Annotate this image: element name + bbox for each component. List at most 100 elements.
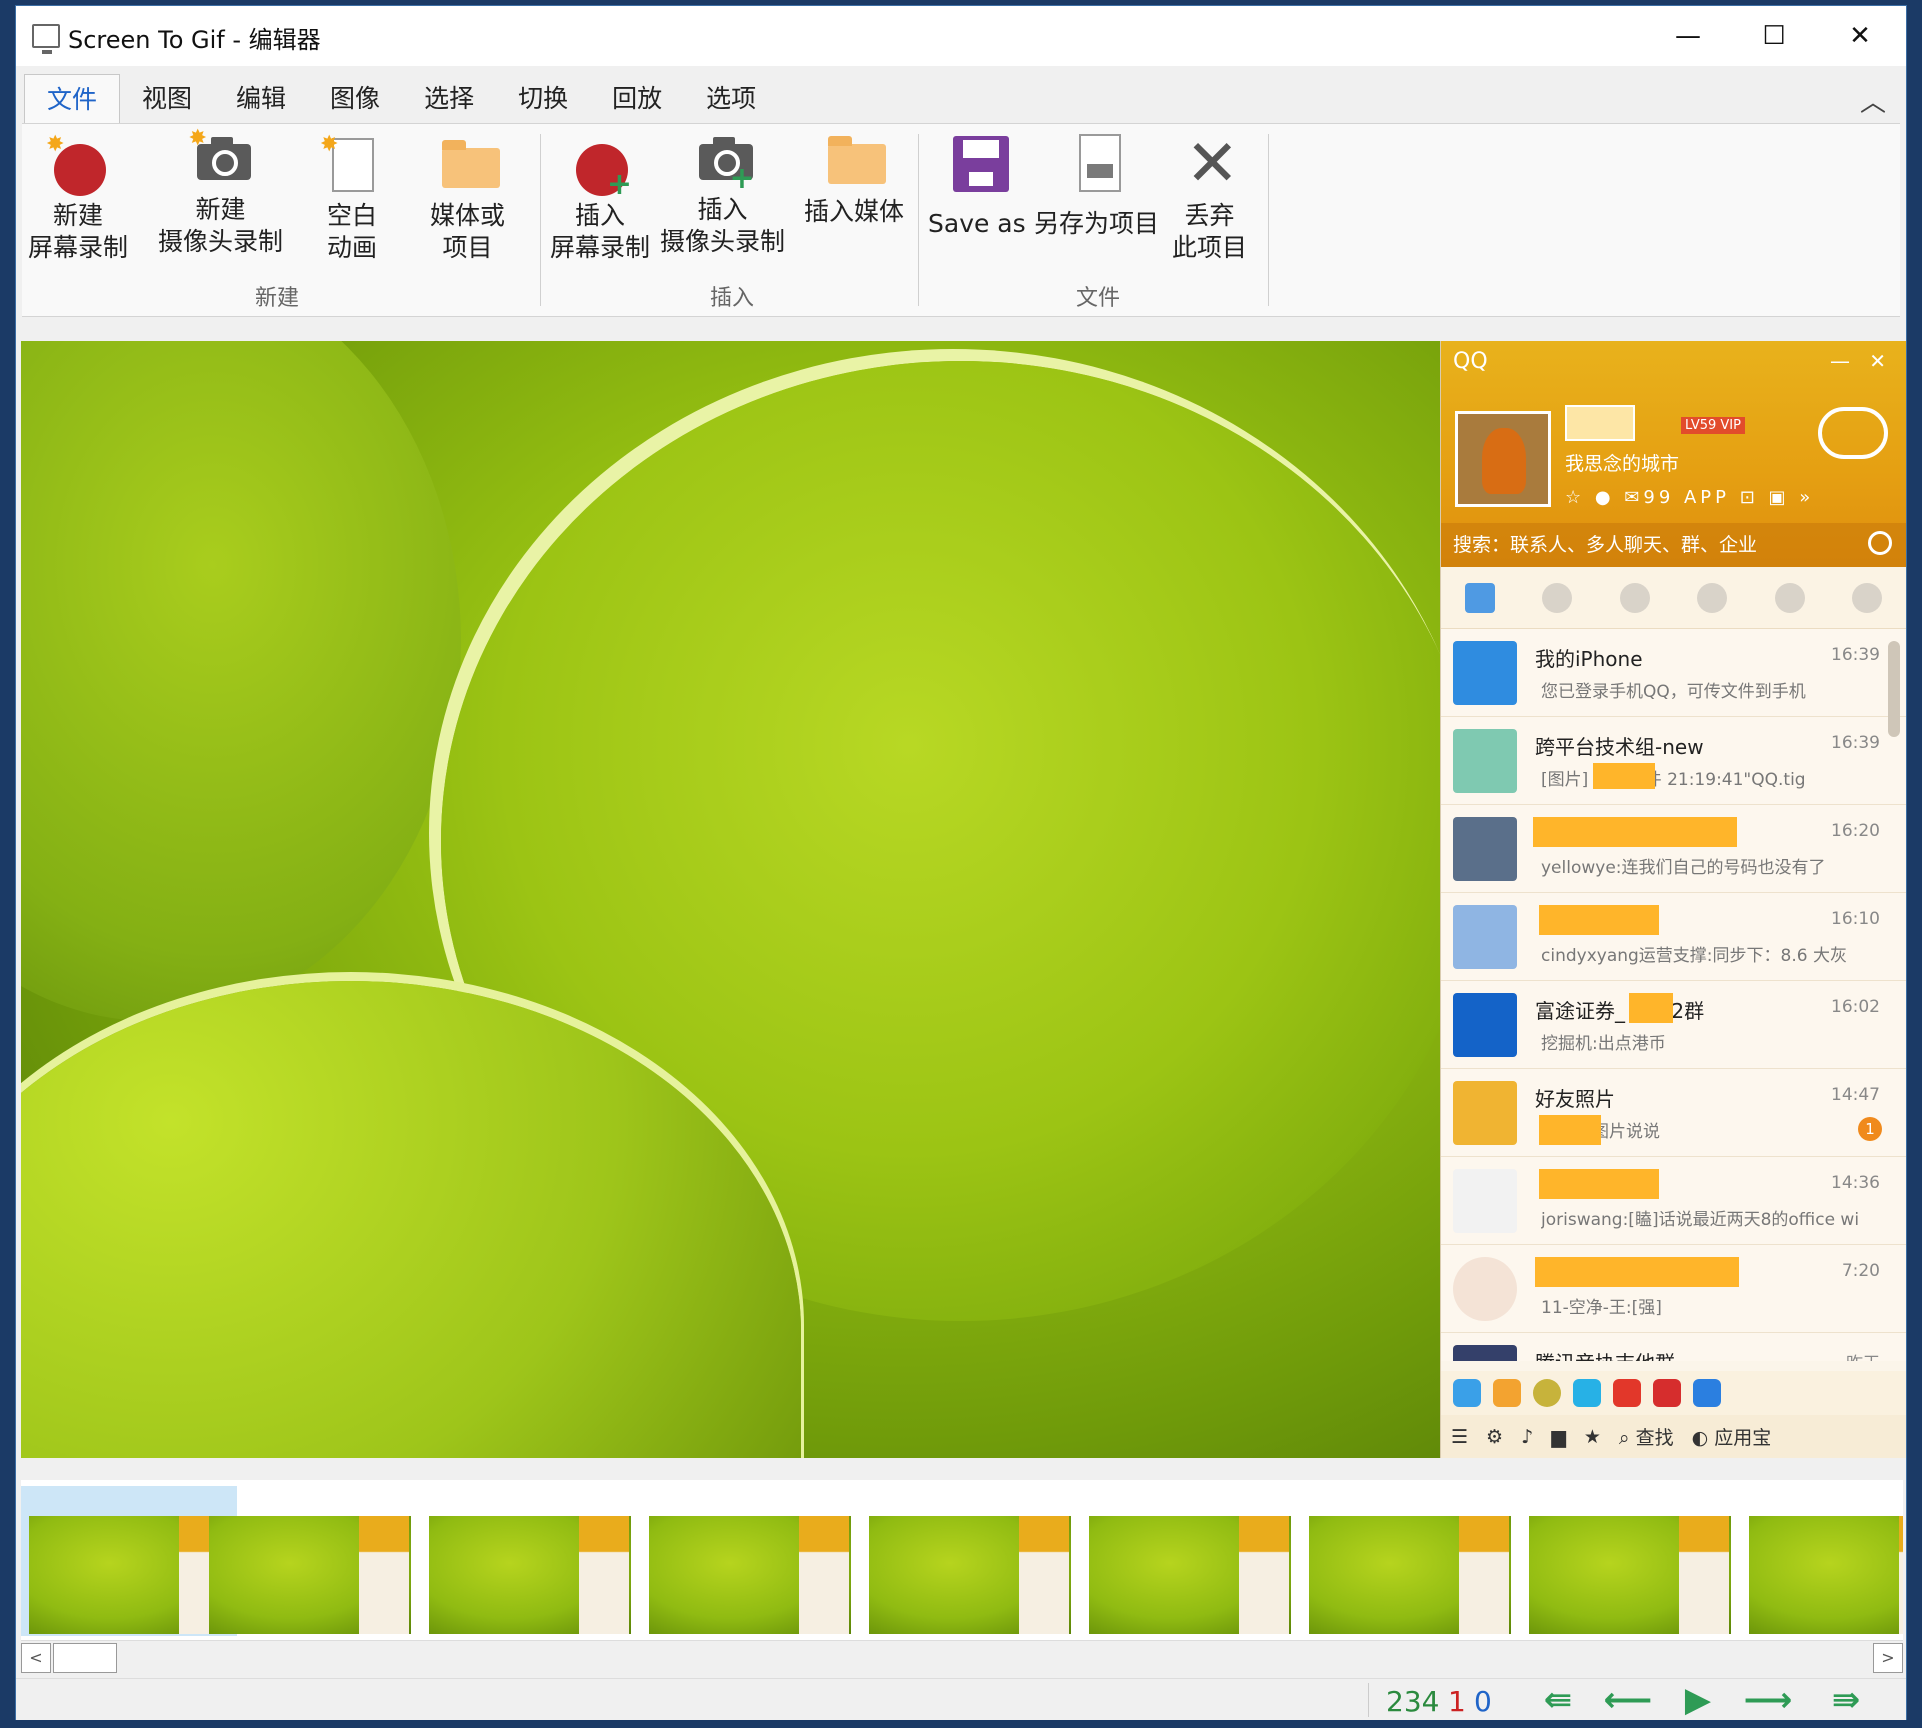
last-frame-button[interactable]: ⇛ [1816, 1681, 1876, 1719]
frame-thumbnail[interactable] [861, 1486, 1077, 1636]
previous-frame-button[interactable]: ⟵ [1598, 1681, 1658, 1719]
frame-thumbnail[interactable] [1521, 1486, 1737, 1636]
frame-thumbnail[interactable] [1301, 1486, 1517, 1636]
qq-vip-badge: LV59 VIP [1681, 417, 1745, 434]
app-icon [32, 24, 60, 54]
captured-qq-panel: QQ ✕ — LV59 VIP 我思念的城市 ☆ ● ✉99 APP ⊡ ▣ »… [1440, 341, 1906, 1458]
next-frame-button[interactable]: ⟶ [1738, 1681, 1798, 1719]
space-icon [1774, 582, 1805, 613]
first-frame-button[interactable]: ⇚ [1528, 1681, 1588, 1719]
tab-playback[interactable]: 回放 [590, 74, 684, 124]
tab-transition[interactable]: 切换 [496, 74, 590, 124]
tab-view[interactable]: 视图 [120, 74, 214, 124]
qq-close-icon: ✕ [1869, 349, 1886, 373]
qq-search-box: 搜索：联系人、多人聊天、群、企业 [1441, 523, 1906, 567]
play-button[interactable]: ▶ [1668, 1681, 1728, 1719]
phone-icon [1852, 582, 1883, 613]
jd-icon [1653, 1379, 1681, 1407]
menu-icon: ☰ [1451, 1425, 1469, 1448]
ribbon-tabs: 文件 视图 编辑 图像 选择 切换 回放 选项 [24, 74, 778, 124]
open-media-project-button[interactable]: 媒体或 项目 [430, 132, 505, 264]
window-title: Screen To Gif - 编辑器 [68, 26, 321, 54]
minimize-button[interactable]: — [1646, 14, 1730, 58]
frame-thumbnail[interactable] [421, 1486, 637, 1636]
avatar [1453, 1345, 1517, 1361]
group-label-file: 文件 [1075, 286, 1120, 311]
insert-webcam-recording-button[interactable]: + 插入 摄像头录制 [660, 126, 785, 258]
insert-screen-recording-button[interactable]: + 插入 屏幕录制 [550, 132, 650, 264]
star-icon: ★ [1583, 1425, 1601, 1448]
redaction [1629, 993, 1673, 1023]
insert-folder-icon [822, 128, 886, 196]
tab-options[interactable]: 选项 [684, 74, 778, 124]
new-screen-recording-button[interactable]: ✸ 新建 屏幕录制 [28, 132, 128, 264]
phone-icon [1453, 641, 1517, 705]
group-file: Save as 另存为项目 ✕ 丢弃 此项目 文件 [920, 124, 1276, 318]
qq-scrollbar [1888, 641, 1900, 737]
status-separator [1368, 1683, 1369, 1717]
qq-nickname-redacted [1565, 405, 1635, 441]
insert-record-icon: + [568, 132, 632, 200]
list-item: 16:10 cindyxyang运营支撑:同步下：8.6 大灰 [1441, 893, 1906, 981]
close-button[interactable]: ✕ [1818, 14, 1902, 58]
tab-edit[interactable]: 编辑 [214, 74, 308, 124]
qq-status-text: 我思念的城市 [1565, 453, 1680, 475]
background-leaf [21, 341, 461, 1021]
avatar [1453, 1257, 1517, 1321]
qq-chat-list: 我的iPhone 16:39 您已登录手机QQ，可传文件到手机 跨平台技术组-ne… [1441, 629, 1906, 1361]
qq-icon-row: ☆ ● ✉99 APP ⊡ ▣ » [1565, 487, 1815, 508]
tab-file[interactable]: 文件 [24, 74, 121, 124]
shield-icon [1693, 1379, 1721, 1407]
discard-icon: ✕ [1185, 127, 1240, 201]
insert-media-button[interactable]: 插入媒体 [804, 128, 904, 228]
discard-project-button[interactable]: ✕ 丢弃 此项目 [1172, 132, 1247, 264]
avatar [1453, 905, 1517, 969]
group-separator [540, 134, 541, 306]
save-icon [945, 130, 1009, 198]
new-webcam-recording-button[interactable]: ✸ 新建 摄像头录制 [158, 126, 283, 258]
redaction [1539, 1115, 1601, 1145]
frame-count-selected: 1 [1448, 1685, 1466, 1718]
frame-filmstrip[interactable] [21, 1480, 1903, 1640]
avatar [1453, 817, 1517, 881]
video-play-icon [1573, 1379, 1601, 1407]
save-project-icon [1065, 130, 1129, 198]
ball-icon [1533, 1379, 1561, 1407]
camera-icon: ✸ [189, 126, 253, 194]
scroll-thumb[interactable] [53, 1643, 117, 1673]
redaction [1535, 1257, 1739, 1287]
frame-count-total: 234 [1386, 1685, 1440, 1718]
stock-icon [1613, 1379, 1641, 1407]
save-as-button[interactable]: Save as [928, 130, 1026, 240]
qq-appstore: ◐ 应用宝 [1691, 1427, 1772, 1449]
redaction [1593, 763, 1655, 789]
insert-camera-icon: + [691, 126, 755, 194]
blank-page-icon: ✸ [320, 132, 384, 200]
new-blank-animation-button[interactable]: ✸ 空白 动画 [320, 132, 384, 264]
frame-thumbnail[interactable] [201, 1486, 417, 1636]
redaction [1539, 905, 1659, 935]
collapse-ribbon-icon[interactable]: ︿ [1860, 82, 1886, 119]
editor-window: Screen To Gif - 编辑器 — ☐ ✕ 文件 视图 编辑 图像 选择… [15, 5, 1907, 1720]
ribbon: ✸ 新建 屏幕录制 ✸ 新建 摄像头录制 ✸ 空白 动画 媒体或 项目 新建 +… [22, 123, 1900, 317]
filmstrip-scrollbar[interactable]: < > [21, 1640, 1903, 1674]
frame-thumbnail[interactable] [1741, 1486, 1903, 1636]
frame-thumbnail[interactable] [641, 1486, 857, 1636]
qq-app-bar [1441, 1371, 1906, 1415]
avatar [1453, 993, 1517, 1057]
scroll-right-button[interactable]: > [1873, 1643, 1903, 1673]
tab-select[interactable]: 选择 [402, 74, 496, 124]
maximize-button[interactable]: ☐ [1732, 14, 1816, 58]
tab-image[interactable]: 图像 [308, 74, 402, 124]
group-label-new: 新建 [254, 286, 299, 311]
scroll-left-button[interactable]: < [21, 1643, 51, 1673]
list-item: 16:20 yellowye:连我们自己的号码也没有了 [1441, 805, 1906, 893]
list-item: 7:20 11-空净-王:[强] [1441, 1245, 1906, 1333]
save-as-project-button[interactable]: 另存为项目 [1034, 130, 1159, 240]
search-icon [1868, 531, 1892, 555]
list-item: 好友照片14:47 发表了图片说说 1 [1441, 1069, 1906, 1157]
frame-thumbnail[interactable] [1081, 1486, 1297, 1636]
star-icon [1619, 582, 1650, 613]
frame-preview-canvas[interactable] [21, 341, 1441, 1458]
folder-icon: ▆ [1551, 1425, 1566, 1448]
